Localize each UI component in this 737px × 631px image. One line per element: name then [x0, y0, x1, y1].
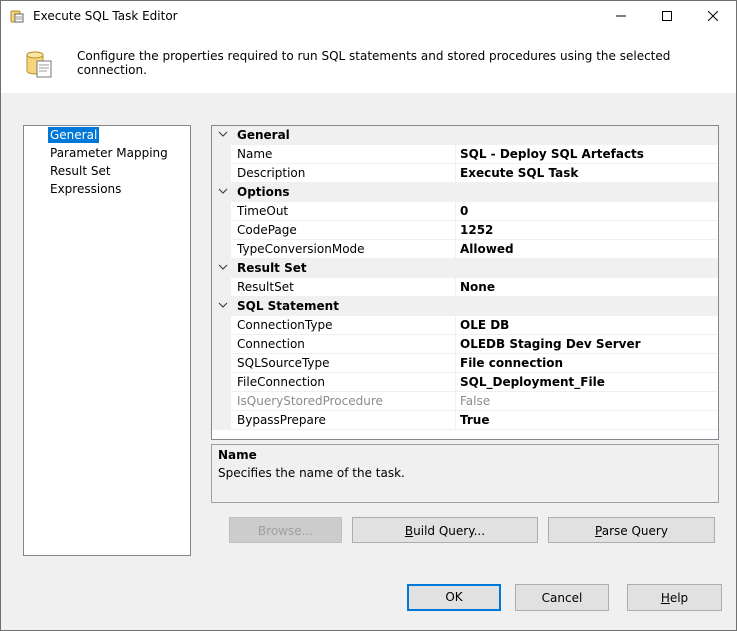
property-value[interactable]: SQL - Deploy SQL Artefacts [460, 147, 644, 161]
cancel-button[interactable]: Cancel [515, 584, 609, 611]
property-value[interactable]: OLEDB Staging Dev Server [460, 337, 641, 351]
dialog-header: Configure the properties required to run… [1, 31, 736, 93]
help-button[interactable]: Help [627, 584, 722, 611]
maximize-button[interactable] [644, 1, 690, 31]
property-row-description[interactable]: Description Execute SQL Task [212, 164, 718, 183]
close-button[interactable] [690, 1, 736, 31]
property-value[interactable]: 1252 [460, 223, 493, 237]
description-text: Specifies the name of the task. [218, 466, 405, 480]
property-row-isquerystoredprocedure: IsQueryStoredProcedure False [212, 392, 718, 411]
category-label: SQL Statement [237, 299, 339, 313]
property-row-codepage[interactable]: CodePage 1252 [212, 221, 718, 240]
property-value[interactable]: OLE DB [460, 318, 509, 332]
chevron-down-icon[interactable] [217, 128, 229, 140]
property-name: TimeOut [237, 204, 289, 218]
property-value[interactable]: SQL_Deployment_File [460, 375, 605, 389]
nav-item-result-set[interactable]: Result Set [48, 163, 113, 179]
property-value[interactable]: File connection [460, 356, 563, 370]
maximize-icon [662, 11, 672, 21]
property-grid: General Name SQL - Deploy SQL Artefacts … [211, 125, 719, 440]
nav-item-general[interactable]: General [48, 127, 100, 143]
window-title: Execute SQL Task Editor [33, 9, 178, 23]
category-result-set[interactable]: Result Set [212, 259, 718, 278]
property-value[interactable]: True [460, 413, 489, 427]
property-name: ConnectionType [237, 318, 333, 332]
category-options[interactable]: Options [212, 183, 718, 202]
property-name: SQLSourceType [237, 356, 330, 370]
category-label: Options [237, 185, 290, 199]
property-name: ResultSet [237, 280, 294, 294]
category-label: Result Set [237, 261, 307, 275]
property-name: TypeConversionMode [237, 242, 365, 256]
category-label: General [237, 128, 290, 142]
page-list: General Parameter Mapping Result Set Exp… [23, 125, 191, 556]
chevron-down-icon[interactable] [217, 261, 229, 273]
nav-item-expressions[interactable]: Expressions [48, 181, 123, 197]
property-name: IsQueryStoredProcedure [237, 394, 383, 408]
property-name: Connection [237, 337, 305, 351]
category-general[interactable]: General [212, 126, 718, 145]
property-name: Name [237, 147, 273, 161]
parse-query-button[interactable]: Parse Query [548, 517, 715, 543]
description-title: Name [218, 448, 257, 462]
minimize-button[interactable] [598, 1, 644, 31]
category-sql-statement[interactable]: SQL Statement [212, 297, 718, 316]
property-value[interactable]: None [460, 280, 495, 294]
property-value[interactable]: Execute SQL Task [460, 166, 578, 180]
property-name: FileConnection [237, 375, 325, 389]
build-query-button[interactable]: Build Query... [352, 517, 538, 543]
property-row-name[interactable]: Name SQL - Deploy SQL Artefacts [212, 145, 718, 164]
title-bar[interactable]: Execute SQL Task Editor [1, 1, 736, 31]
ok-button[interactable]: OK [407, 584, 501, 611]
execute-sql-task-icon [10, 10, 24, 23]
property-name: Description [237, 166, 306, 180]
property-row-typeconversionmode[interactable]: TypeConversionMode Allowed [212, 240, 718, 259]
property-description-panel: Name Specifies the name of the task. [211, 444, 719, 503]
dialog-window: Execute SQL Task Editor Configure the pr… [0, 0, 737, 631]
property-value[interactable]: 0 [460, 204, 468, 218]
chevron-down-icon[interactable] [217, 299, 229, 311]
property-name: CodePage [237, 223, 297, 237]
property-row-connection[interactable]: Connection OLEDB Staging Dev Server [212, 335, 718, 354]
browse-button: Browse... [229, 517, 342, 543]
property-value[interactable]: Allowed [460, 242, 514, 256]
close-icon [707, 10, 719, 22]
property-row-timeout[interactable]: TimeOut 0 [212, 202, 718, 221]
property-row-sqlsourcetype[interactable]: SQLSourceType File connection [212, 354, 718, 373]
execute-sql-task-icon [26, 51, 52, 78]
property-value: False [460, 394, 491, 408]
property-row-bypassprepare[interactable]: BypassPrepare True [212, 411, 718, 430]
nav-item-parameter-mapping[interactable]: Parameter Mapping [48, 145, 170, 161]
property-row-resultset[interactable]: ResultSet None [212, 278, 718, 297]
property-row-connectiontype[interactable]: ConnectionType OLE DB [212, 316, 718, 335]
minimize-icon [616, 15, 626, 17]
property-row-fileconnection[interactable]: FileConnection SQL_Deployment_File [212, 373, 718, 392]
property-name: BypassPrepare [237, 413, 326, 427]
chevron-down-icon[interactable] [217, 185, 229, 197]
header-description: Configure the properties required to run… [77, 49, 671, 77]
